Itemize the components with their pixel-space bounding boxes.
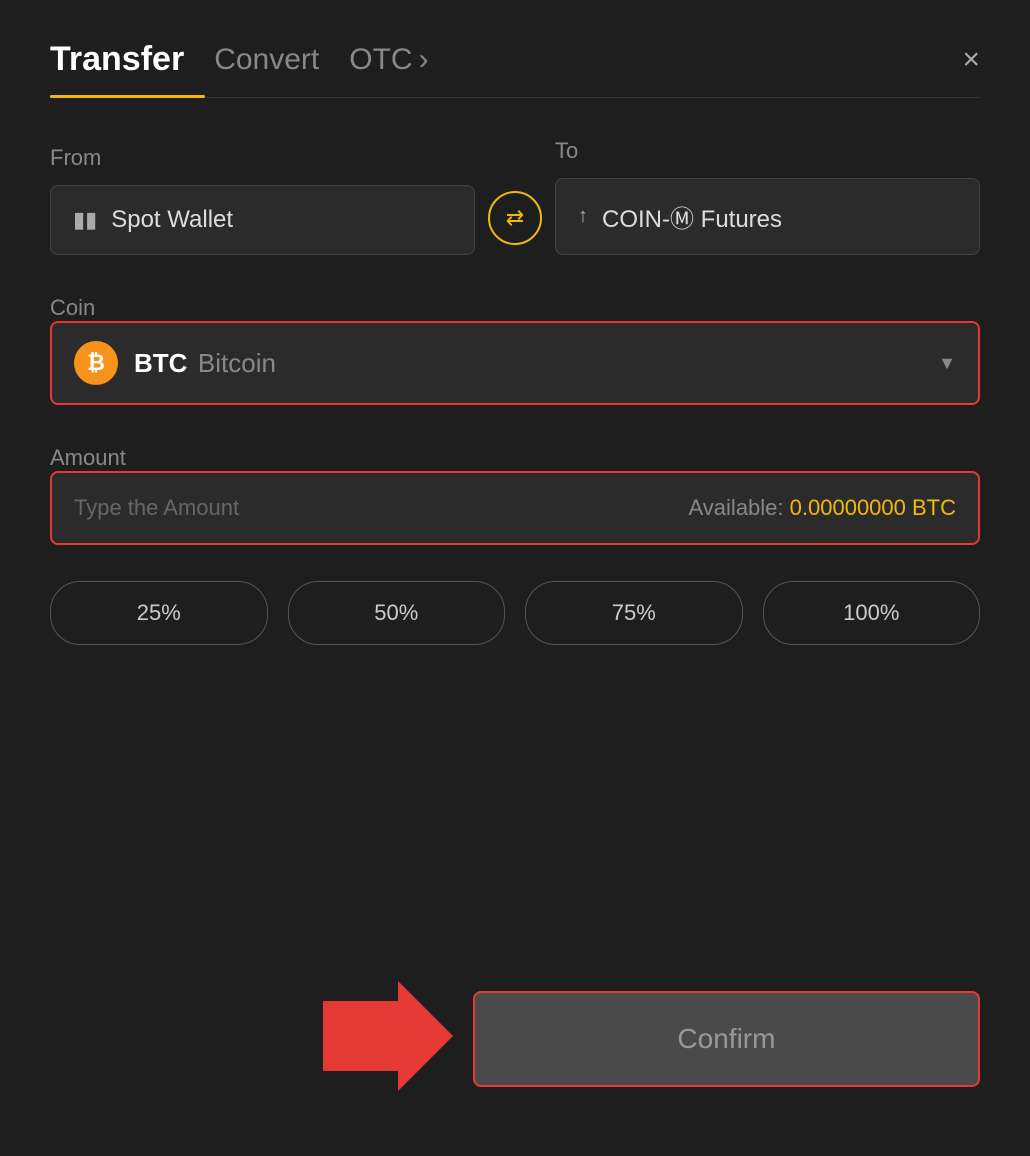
coin-symbol: BTC (134, 348, 187, 378)
to-group: To ↑ COIN-Ⓜ Futures (555, 138, 980, 255)
from-label: From (50, 145, 475, 171)
arrow-icon (323, 981, 453, 1091)
tab-convert[interactable]: Convert (214, 43, 319, 95)
active-tab-indicator (50, 95, 205, 98)
pct-75-button[interactable]: 75% (525, 581, 743, 645)
to-wallet-icon: ↑ (578, 205, 588, 228)
pct-100-button[interactable]: 100% (763, 581, 981, 645)
coin-label: Coin (50, 295, 95, 320)
coin-fullname: Bitcoin (198, 348, 276, 378)
close-button[interactable]: × (962, 45, 980, 93)
percent-buttons: 25% 50% 75% 100% (50, 581, 980, 645)
transfer-modal: Transfer Convert OTC › × From ▮▮ Spot Wa… (0, 0, 1030, 1156)
tab-divider (50, 97, 980, 98)
btc-symbol: ₿ (87, 350, 105, 376)
swap-icon: ⇄ (506, 205, 524, 231)
pct-50-button[interactable]: 50% (288, 581, 506, 645)
from-wallet-text: Spot Wallet (111, 206, 233, 234)
to-wallet-text: COIN-Ⓜ Futures (602, 199, 782, 234)
tab-transfer[interactable]: Transfer (50, 40, 184, 97)
coin-selector[interactable]: ₿ BTC Bitcoin ▼ (50, 321, 980, 405)
bottom-area: Confirm (50, 961, 980, 1096)
amount-available: Available: 0.00000000 BTC (689, 495, 956, 521)
amount-label: Amount (50, 445, 126, 470)
amount-available-value: 0.00000000 BTC (790, 495, 956, 520)
confirm-arrow (323, 981, 453, 1096)
chevron-down-icon: ▼ (938, 353, 956, 374)
confirm-button[interactable]: Confirm (473, 991, 980, 1087)
pct-25-button[interactable]: 25% (50, 581, 268, 645)
to-wallet-selector[interactable]: ↑ COIN-Ⓜ Futures (555, 178, 980, 255)
from-wallet-selector[interactable]: ▮▮ Spot Wallet (50, 185, 475, 255)
amount-section: Amount Type the Amount Available: 0.0000… (50, 445, 980, 545)
amount-input-box: Type the Amount Available: 0.00000000 BT… (50, 471, 980, 545)
tab-otc[interactable]: OTC › (349, 43, 428, 95)
from-to-section: From ▮▮ Spot Wallet ⇄ To ↑ COIN-Ⓜ Future… (50, 138, 980, 255)
amount-placeholder: Type the Amount (74, 495, 239, 521)
arrow-container (50, 981, 473, 1096)
swap-container: ⇄ (475, 191, 555, 255)
from-group: From ▮▮ Spot Wallet (50, 145, 475, 255)
coin-section: Coin ₿ BTC Bitcoin ▼ (50, 295, 980, 405)
modal-header: Transfer Convert OTC › × (50, 40, 980, 97)
swap-button[interactable]: ⇄ (488, 191, 542, 245)
from-wallet-icon: ▮▮ (73, 207, 97, 233)
to-label: To (555, 138, 980, 164)
btc-icon: ₿ (74, 341, 118, 385)
